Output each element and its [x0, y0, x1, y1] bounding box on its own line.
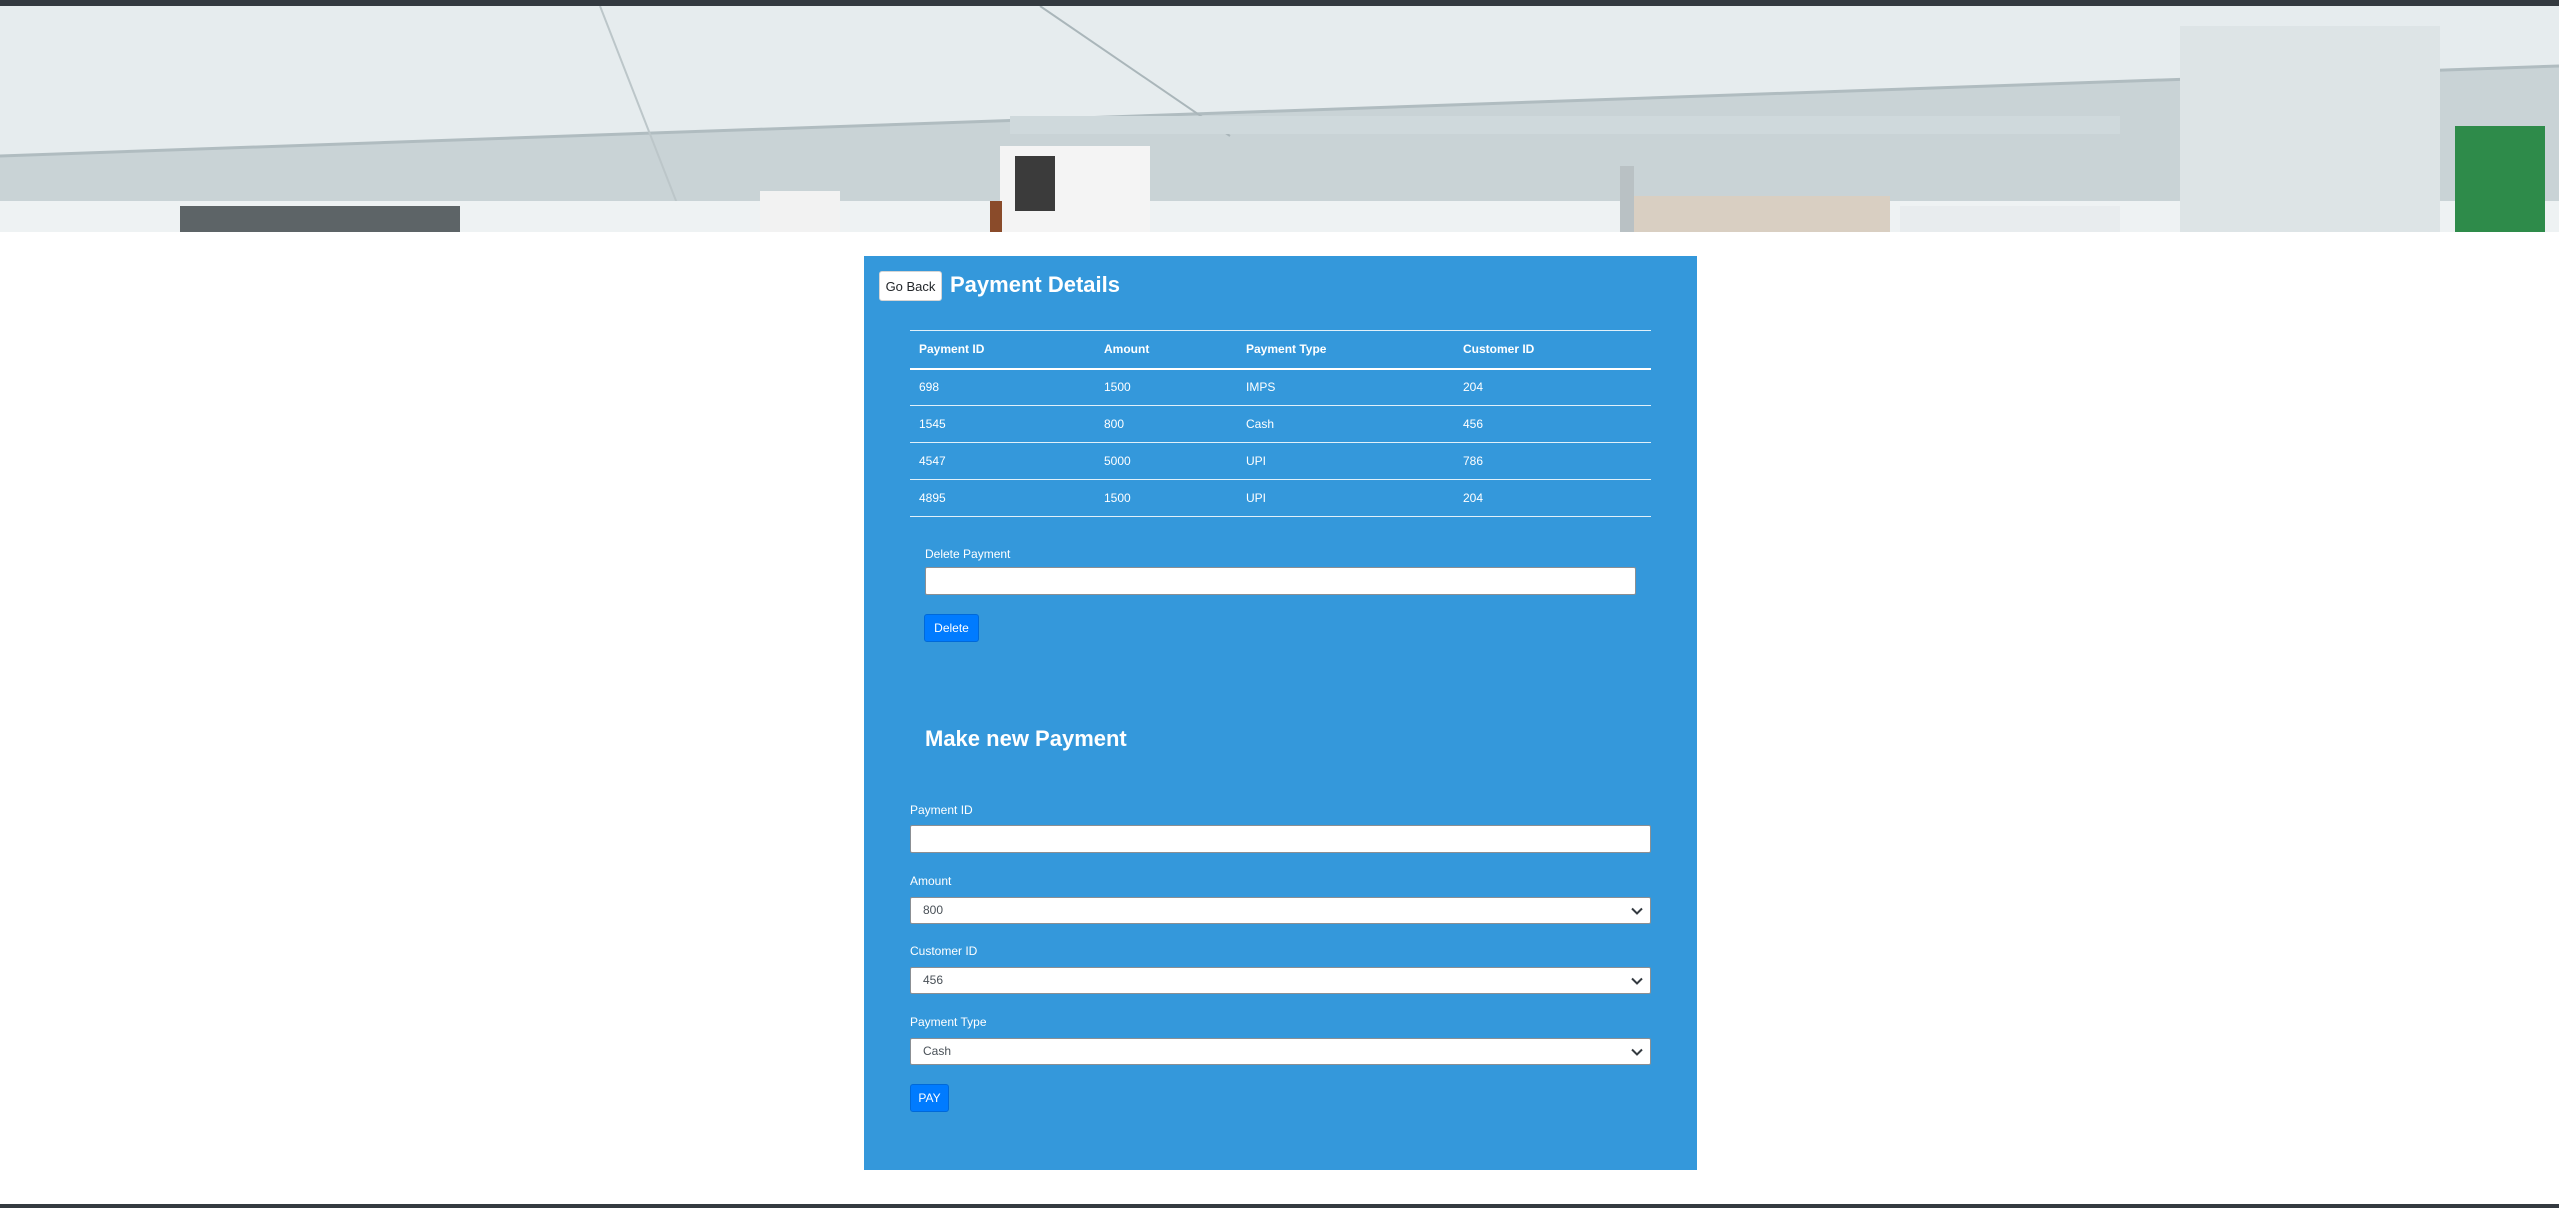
cell-payment-type: IMPS	[1246, 380, 1276, 395]
column-header-payment-type: Payment Type	[1237, 330, 1454, 370]
column-header-customer-id: Customer ID	[1454, 330, 1651, 370]
cell-customer-id: 204	[1463, 380, 1484, 395]
customer-id-label: Customer ID	[910, 944, 978, 958]
table-row: 1545 800 Cash 456	[910, 405, 1651, 443]
table-header-row: Payment ID Amount Payment Type Customer …	[910, 330, 1651, 370]
cell-payment-id: 1545	[910, 405, 1095, 443]
table-row: 4895 1500 UPI 204	[910, 479, 1651, 517]
payment-type-selected-value: Cash	[923, 1044, 952, 1058]
customer-id-select[interactable]: 456	[910, 967, 1651, 994]
delete-button[interactable]: Delete	[924, 614, 979, 642]
go-back-button[interactable]: Go Back	[879, 271, 942, 301]
table-row: 698 1500 IMPS 204	[910, 369, 1651, 406]
cell-customer-id: 456	[1454, 405, 1651, 443]
customer-id-selected-value: 456	[923, 973, 944, 987]
payments-table: Payment ID Amount Payment Type Customer …	[910, 330, 1651, 517]
payment-id-input[interactable]	[910, 825, 1651, 853]
payment-id-label: Payment ID	[910, 803, 973, 817]
page-title: Payment Details	[950, 272, 1120, 297]
hero-banner-image	[0, 6, 2559, 232]
cell-amount: 5000	[1095, 442, 1237, 480]
delete-payment-input[interactable]	[925, 567, 1636, 595]
chevron-down-icon	[1631, 977, 1643, 985]
delete-payment-label: Delete Payment	[925, 547, 1011, 561]
cell-payment-id: 698	[919, 380, 940, 395]
column-header-amount: Amount	[1095, 330, 1237, 370]
bottom-bar	[0, 1204, 2559, 1208]
column-header-payment-id: Payment ID	[910, 330, 1095, 370]
payment-type-label: Payment Type	[910, 1015, 987, 1029]
cell-amount: 800	[1095, 405, 1237, 443]
cell-payment-id: 4547	[910, 442, 1095, 480]
payment-type-select[interactable]: Cash	[910, 1038, 1651, 1065]
amount-selected-value: 800	[923, 903, 944, 917]
cell-amount: 1500	[1095, 479, 1237, 517]
make-new-payment-heading: Make new Payment	[925, 726, 1127, 751]
cell-customer-id: 786	[1454, 442, 1651, 480]
amount-select[interactable]: 800	[910, 897, 1651, 924]
amount-label: Amount	[910, 874, 952, 888]
cell-customer-id: 204	[1454, 479, 1651, 517]
cell-payment-id: 4895	[910, 479, 1095, 517]
payment-details-panel: Go Back Payment Details Payment ID Amoun…	[864, 256, 1697, 1170]
pay-button[interactable]: PAY	[910, 1084, 949, 1112]
chevron-down-icon	[1631, 907, 1643, 915]
cell-amount: 1500	[1104, 380, 1131, 395]
chevron-down-icon	[1631, 1048, 1643, 1056]
cell-payment-type: UPI	[1237, 442, 1454, 480]
cell-payment-type: Cash	[1237, 405, 1454, 443]
table-row: 4547 5000 UPI 786	[910, 442, 1651, 480]
cell-payment-type: UPI	[1237, 479, 1454, 517]
